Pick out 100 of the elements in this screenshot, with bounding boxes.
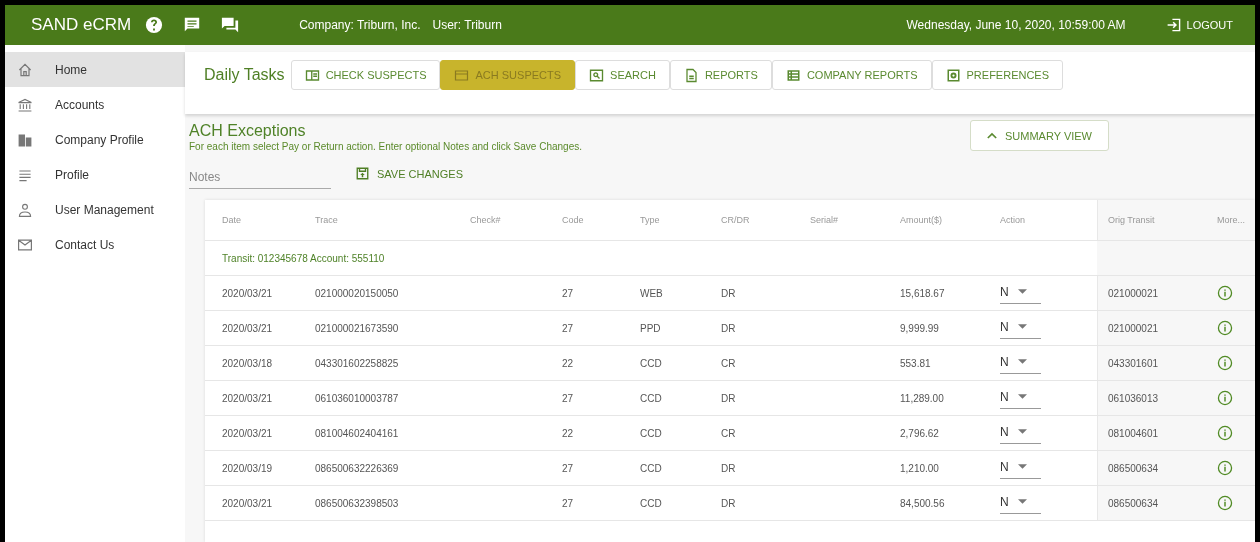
column-header: Orig Transit [1108,215,1155,225]
table-cell: 2020/03/21 [222,427,273,439]
task-tab[interactable]: COMPANY REPORTS [771,60,932,90]
table-cell: DR [721,287,736,299]
home-icon [17,61,33,78]
document-icon [683,67,699,83]
task-tab[interactable]: PREFERENCES [931,60,1064,90]
table-cell: CCD [640,427,662,439]
sidebar-item[interactable]: Contact Us [5,227,185,262]
column-header: CR/DR [721,215,750,225]
logout-icon [1165,17,1182,33]
company-label: Company: Triburn, Inc. [299,18,421,32]
info-icon[interactable] [1217,355,1233,371]
user-label: User: Triburn [432,18,502,32]
table-cell: CCD [640,392,662,404]
task-tab[interactable]: SEARCH [575,60,670,90]
table-cell: 021000020150050 [315,287,399,299]
table-cell: 9,999.99 [900,322,939,334]
sidebar-item[interactable]: Company Profile [5,122,185,157]
table-cell: 086500632398503 [315,497,399,509]
search-icon [589,67,605,83]
person-icon [17,201,33,218]
action-select[interactable]: N [1000,457,1041,479]
table-cell: 021000021673590 [315,322,399,334]
table-cell: 27 [562,462,574,474]
sidebar-item[interactable]: Home [5,52,185,87]
table-cell: CCD [640,462,662,474]
app-title: SAND eCRM [31,15,132,35]
table-cell: 84,500.56 [900,497,945,509]
table-cell: DR [721,322,736,334]
info-icon[interactable] [1217,425,1233,441]
column-header: Type [640,215,660,225]
table-cell: 086500632226369 [315,462,399,474]
section-title: ACH Exceptions [189,122,307,140]
table-cell: WEB [640,287,663,299]
column-header: Serial# [810,215,838,225]
info-icon[interactable] [1217,495,1233,511]
info-icon[interactable] [1217,285,1233,301]
save-changes-button[interactable]: SAVE CHANGES [355,166,463,181]
task-tab[interactable]: REPORTS [669,60,772,90]
sidebar-item[interactable]: User Management [5,192,185,227]
table-cell: 2020/03/19 [222,462,273,474]
chat-icon[interactable] [221,16,240,34]
table-cell: CR [721,427,736,439]
help-icon[interactable] [145,16,164,34]
table-cell: DR [721,392,736,404]
card-icon [454,67,470,83]
table-cell: 043301601 [1108,357,1159,369]
table-cell: 081004601 [1108,427,1159,439]
table-cell: 2020/03/21 [222,322,273,334]
table-cell: 021000021 [1108,322,1159,334]
info-icon[interactable] [1217,460,1233,476]
table-cell: CR [721,357,736,369]
list-icon [785,67,801,83]
table-cell: 2,796.62 [900,427,939,439]
table-cell: 043301602258825 [315,357,399,369]
table-cell: 021000021 [1108,287,1159,299]
task-tab[interactable]: CHECK SUSPECTS [290,60,441,90]
info-icon[interactable] [1217,390,1233,406]
table-cell: 2020/03/21 [222,497,273,509]
dropdown-arrow-icon [1017,324,1027,329]
notes-field[interactable]: Notes [189,166,331,189]
action-select[interactable]: N [1000,352,1041,374]
table-cell: 15,618.67 [900,287,945,299]
sidebar-item[interactable]: Accounts [5,87,185,122]
column-header: Date [222,215,241,225]
table-cell: 22 [562,357,574,369]
sidebar-item[interactable]: Profile [5,157,185,192]
dropdown-arrow-icon [1017,499,1027,504]
info-icon[interactable] [1217,320,1233,336]
table-cell: DR [721,497,736,509]
action-select[interactable]: N [1000,317,1041,339]
action-select[interactable]: N [1000,387,1041,409]
table-cell: 2020/03/18 [222,357,273,369]
table-cell: 061036013 [1108,392,1159,404]
action-select[interactable]: N [1000,492,1041,514]
message-icon[interactable] [183,16,202,34]
date-time: Wednesday, June 10, 2020, 10:59:00 AM [906,18,1126,32]
chevron-up-icon [987,132,997,139]
table-cell: CCD [640,357,662,369]
summary-view-button[interactable]: SUMMARY VIEW [970,120,1109,151]
column-header: Trace [315,215,338,225]
table-cell: 081004602404161 [315,427,399,439]
table-cell: 2020/03/21 [222,392,273,404]
logout-button[interactable]: LOGOUT [1165,17,1233,33]
action-select[interactable]: N [1000,282,1041,304]
column-header: Amount($) [900,215,943,225]
dropdown-arrow-icon [1017,429,1027,434]
table-cell: 2020/03/21 [222,287,273,299]
table-cell: 553.81 [900,357,931,369]
dropdown-arrow-icon [1017,394,1027,399]
building-icon [17,131,33,148]
group-label: Transit: 012345678 Account: 555110 [222,252,385,264]
table-cell: 22 [562,427,574,439]
action-select[interactable]: N [1000,422,1041,444]
table-cell: DR [721,462,736,474]
table-cell: PPD [640,322,661,334]
table-cell: 11,289.00 [900,392,944,404]
column-header: More... [1217,215,1245,225]
dropdown-arrow-icon [1017,289,1027,294]
